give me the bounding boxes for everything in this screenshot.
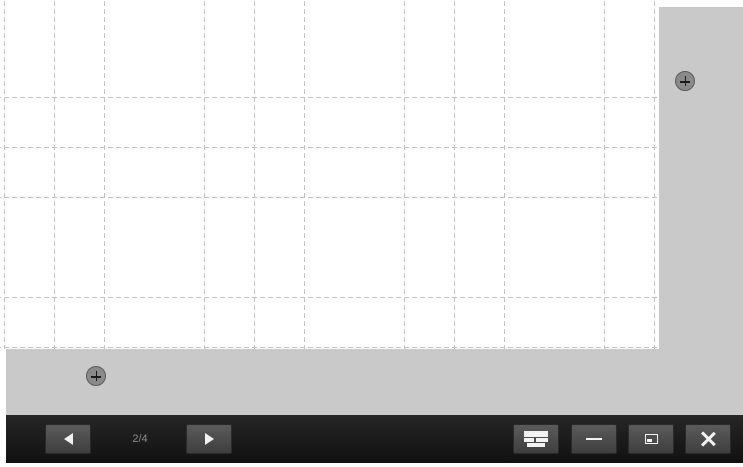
canvas-margin-bottom	[6, 349, 743, 415]
restore-window-button[interactable]	[628, 424, 674, 454]
restore-window-icon	[644, 434, 658, 444]
fit-screen-icon	[524, 431, 548, 447]
minimize-icon	[586, 438, 602, 440]
drawing-canvas-grid[interactable]	[0, 0, 659, 349]
plus-circle-icon[interactable]	[86, 366, 106, 386]
page-indicator: 2/4	[132, 433, 148, 445]
triangle-left-icon	[63, 433, 73, 445]
previous-page-button[interactable]	[45, 424, 91, 454]
triangle-right-icon	[204, 433, 214, 445]
next-page-button[interactable]	[186, 424, 232, 454]
close-icon	[700, 431, 716, 447]
close-button[interactable]	[685, 424, 731, 454]
fit-screen-button[interactable]	[513, 424, 559, 454]
bottom-toolbar: 2/4	[6, 415, 743, 463]
minimize-button[interactable]	[571, 424, 617, 454]
plus-circle-icon[interactable]	[675, 71, 695, 91]
